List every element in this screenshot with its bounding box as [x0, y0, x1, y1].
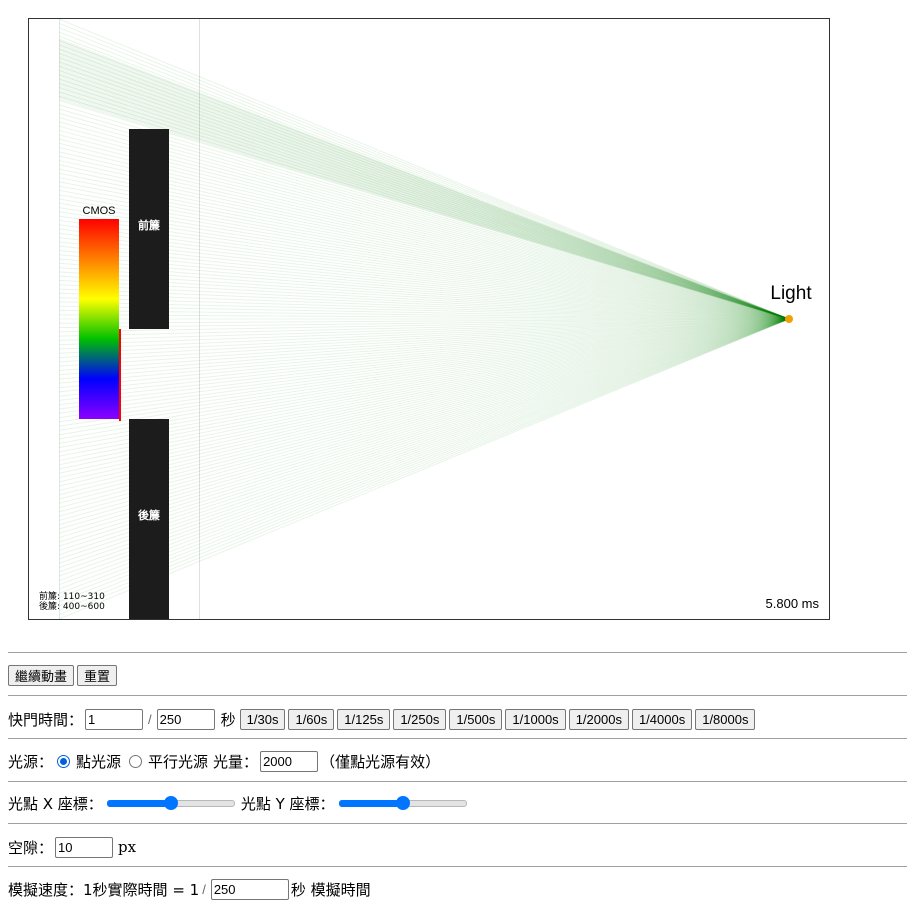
divider	[8, 781, 907, 782]
gap-unit: px	[118, 838, 137, 856]
shutter-presets: 1/30s 1/60s 1/125s 1/250s 1/500s 1/1000s 1/200…	[239, 708, 759, 730]
shutter-preset-button[interactable]: 1/250s	[393, 708, 447, 730]
slider-thumb[interactable]	[395, 796, 410, 810]
simulation-canvas: CMOS 前簾 後簾 Light 前簾: 110~310 後簾: 400~600…	[28, 18, 830, 620]
light-ray	[58, 318, 790, 427]
parallel-light-label: 平行光源	[148, 752, 209, 771]
light-x-slider[interactable]	[106, 795, 235, 811]
gap-controls: 空隙： px	[8, 834, 136, 860]
time-readout: 5.800 ms	[766, 596, 820, 611]
speed-controls: 模擬速度：1秒實際時間 = 1 / 秒 模擬時間	[8, 876, 371, 902]
light-amount-label: 光量：	[213, 752, 259, 771]
light-x-label: 光點 X 座標：	[8, 794, 103, 813]
speed-input[interactable]	[210, 878, 289, 900]
point-light-radio[interactable]	[57, 754, 71, 768]
shutter-preset-button[interactable]: 1/1000s	[505, 708, 566, 730]
gap-label: 空隙：	[8, 838, 54, 857]
shutter-preset-button[interactable]: 1/60s	[288, 708, 335, 730]
light-source-controls: 光源： 點光源 平行光源 光量： （僅點光源有效）	[8, 748, 440, 774]
speed-label: 模擬速度：1秒實際時間 = 1	[8, 880, 200, 899]
light-y-slider[interactable]	[338, 795, 467, 811]
shutter-preset-button[interactable]: 1/2000s	[568, 708, 629, 730]
shutter-preset-button[interactable]: 1/125s	[337, 708, 391, 730]
speed-separator: /	[202, 881, 206, 897]
shutter-unit: 秒	[220, 710, 236, 729]
curtain-info-rear: 後簾: 400~600	[39, 600, 105, 612]
shutter-preset-button[interactable]: 1/30s	[239, 708, 286, 730]
shutter-label: 快門時間：	[8, 710, 84, 729]
position-controls: 光點 X 座標： 光點 Y 座標：	[8, 790, 473, 816]
shutter-separator: /	[148, 711, 152, 727]
rear-curtain-label: 後簾	[138, 508, 160, 522]
divider	[8, 866, 907, 867]
light-label: Light	[770, 283, 812, 304]
cmos-label: CMOS	[83, 205, 116, 217]
slider-thumb[interactable]	[163, 796, 178, 810]
light-amount-input[interactable]	[260, 750, 319, 772]
shutter-preset-button[interactable]: 1/8000s	[695, 708, 756, 730]
point-light-label: 點光源	[76, 752, 122, 771]
shutter-preset-button[interactable]: 1/500s	[449, 708, 503, 730]
divider	[8, 695, 907, 696]
light-y-label: 光點 Y 座標：	[240, 794, 335, 813]
shutter-denominator-input[interactable]	[156, 708, 215, 730]
reset-button[interactable]: 重置	[77, 664, 118, 686]
curtain-info-front: 前簾: 110~310	[39, 590, 105, 602]
shutter-controls: 快門時間： / 秒 1/30s1/60s1/125s1/250s1/500s1/…	[8, 706, 758, 732]
gap-input[interactable]	[55, 836, 114, 858]
shutter-preset-button[interactable]: 1/4000s	[631, 708, 693, 730]
shutter-numerator-input[interactable]	[85, 708, 144, 730]
continue-animation-button[interactable]: 繼續動畫	[8, 664, 75, 686]
front-curtain-label: 前簾	[138, 218, 160, 232]
exposed-strip-indicator	[119, 329, 121, 421]
divider	[8, 652, 907, 653]
cmos-sensor	[79, 219, 119, 419]
animation-controls: 繼續動畫 重置	[8, 662, 120, 688]
light-amount-note: （僅點光源有效）	[320, 752, 441, 771]
divider	[8, 823, 907, 824]
parallel-light-radio[interactable]	[129, 754, 143, 768]
speed-suffix: 秒 模擬時間	[290, 880, 371, 899]
divider	[8, 738, 907, 739]
light-source-dot[interactable]	[785, 315, 793, 323]
simulation-svg: CMOS 前簾 後簾 Light 前簾: 110~310 後簾: 400~600…	[39, 19, 820, 619]
light-source-label: 光源：	[8, 752, 54, 771]
